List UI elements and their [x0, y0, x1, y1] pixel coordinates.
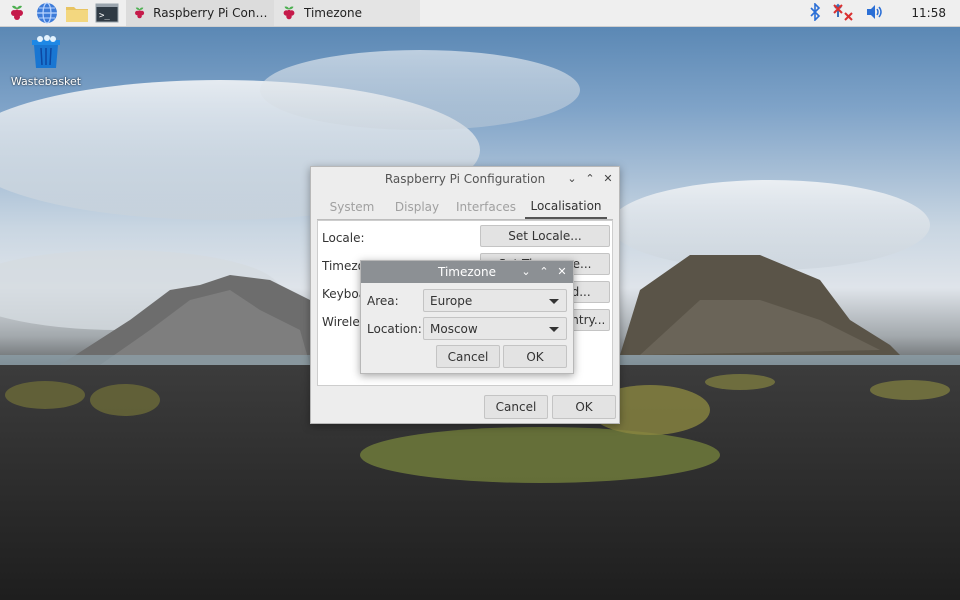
bluetooth-icon[interactable]	[809, 1, 821, 24]
maximize-icon[interactable]: ⌃	[539, 264, 549, 280]
web-browser-icon[interactable]	[34, 0, 60, 26]
task-label: Raspberry Pi Configu...	[153, 6, 268, 20]
ok-button[interactable]: OK	[552, 395, 616, 419]
close-icon[interactable]: ✕	[603, 171, 613, 187]
file-manager-icon[interactable]	[64, 0, 90, 26]
trash-icon	[32, 35, 60, 68]
chevron-down-icon	[549, 327, 559, 332]
area-select[interactable]: Europe	[423, 289, 567, 312]
volume-icon[interactable]	[865, 3, 885, 24]
tab-interfaces[interactable]: Interfaces	[447, 195, 525, 219]
tab-display[interactable]: Display	[387, 195, 447, 219]
maximize-icon[interactable]: ⌃	[585, 171, 595, 187]
dialog-title: Timezone	[438, 265, 496, 279]
minimize-icon[interactable]: ⌄	[521, 264, 531, 280]
task-label: Timezone	[304, 6, 362, 20]
area-value: Europe	[430, 293, 473, 308]
set-locale-button[interactable]: Set Locale...	[480, 225, 610, 247]
raspberry-icon	[135, 7, 145, 19]
clock[interactable]: 11:58	[911, 6, 946, 20]
config-titlebar[interactable]: Raspberry Pi Configuration ⌄ ⌃ ✕	[311, 167, 619, 191]
locale-label: Locale:	[322, 231, 365, 245]
raspberry-menu-icon[interactable]	[4, 0, 30, 26]
terminal-icon[interactable]: >_	[94, 0, 120, 26]
svg-text:>_: >_	[99, 11, 110, 21]
system-tray: 11:58	[809, 1, 960, 24]
config-tabs: System Display Interfaces Localisation	[317, 195, 613, 220]
location-select[interactable]: Moscow	[423, 317, 567, 340]
tab-system[interactable]: System	[317, 195, 387, 219]
network-disconnected-icon[interactable]	[833, 3, 854, 24]
location-label: Location:	[367, 322, 422, 336]
timezone-dialog: Timezone ⌄ ⌃ ✕ Area: Europe Location: Mo…	[360, 260, 574, 374]
chevron-down-icon	[549, 299, 559, 304]
wastebasket-label: Wastebasket	[10, 75, 82, 88]
location-value: Moscow	[430, 321, 478, 336]
task-timezone[interactable]: Timezone	[274, 0, 420, 26]
task-raspberry-pi-configuration[interactable]: Raspberry Pi Configu...	[126, 0, 274, 26]
timezone-ok-button[interactable]: OK	[503, 345, 567, 368]
timezone-cancel-button[interactable]: Cancel	[436, 345, 500, 368]
timezone-titlebar[interactable]: Timezone ⌄ ⌃ ✕	[361, 261, 573, 283]
tab-localisation[interactable]: Localisation	[525, 195, 607, 219]
close-icon[interactable]: ✕	[557, 264, 567, 280]
area-label: Area:	[367, 294, 399, 308]
minimize-icon[interactable]: ⌄	[567, 171, 577, 187]
window-title: Raspberry Pi Configuration	[384, 172, 546, 186]
raspberry-icon	[283, 6, 295, 20]
taskbar: >_ Raspberry Pi Configu... Timezone	[0, 0, 960, 27]
cancel-button[interactable]: Cancel	[484, 395, 548, 419]
wastebasket-desktop-icon[interactable]: Wastebasket	[10, 34, 82, 88]
